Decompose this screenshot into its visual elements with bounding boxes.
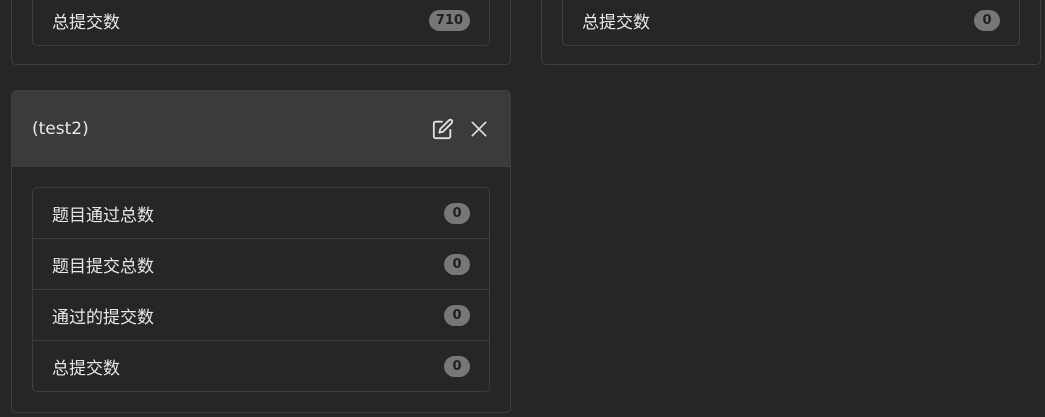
item-label: 总提交数	[582, 12, 650, 33]
list-item-problems-passed: 题目通过总数 0	[33, 188, 489, 239]
item-label: 总提交数	[52, 359, 120, 379]
card-title: (test2)	[32, 118, 89, 139]
card-header: (test2)	[12, 91, 510, 167]
count-badge: 0	[444, 202, 470, 224]
list-item-total-submissions: 总提交数 0	[33, 341, 489, 391]
item-label: 题目提交总数	[52, 256, 154, 277]
item-label: 通过的提交数	[52, 307, 154, 328]
count-badge: 0	[444, 356, 470, 377]
count-badge: 0	[444, 304, 470, 326]
list-item-problems-submitted: 题目提交总数 0	[33, 239, 489, 290]
list-item-accepted-submissions: 通过的提交数 0	[33, 290, 489, 341]
count-badge: 0	[444, 253, 470, 275]
item-label: 总提交数	[52, 12, 120, 33]
stats-card: 总提交数 710	[11, 0, 511, 65]
stats-list: 总提交数 0	[562, 0, 1020, 46]
header-actions	[432, 118, 490, 140]
stats-list: 题目通过总数 0 题目提交总数 0 通过的提交数 0 总提交数 0	[32, 187, 490, 392]
item-label: 题目通过总数	[52, 205, 154, 226]
close-icon[interactable]	[468, 118, 490, 140]
stats-list: 总提交数 710	[32, 0, 490, 46]
stats-card-test2: (test2) 题目通过总数 0 题目提交总数 0 通过的提交数 0 总提交数 …	[11, 90, 511, 413]
list-item-total-submissions: 总提交数 0	[563, 0, 1019, 45]
stats-card: 总提交数 0	[541, 0, 1041, 65]
count-badge: 710	[428, 9, 470, 31]
count-badge: 0	[974, 9, 1000, 31]
list-item-total-submissions: 总提交数 710	[33, 0, 489, 45]
edit-icon[interactable]	[432, 118, 454, 140]
